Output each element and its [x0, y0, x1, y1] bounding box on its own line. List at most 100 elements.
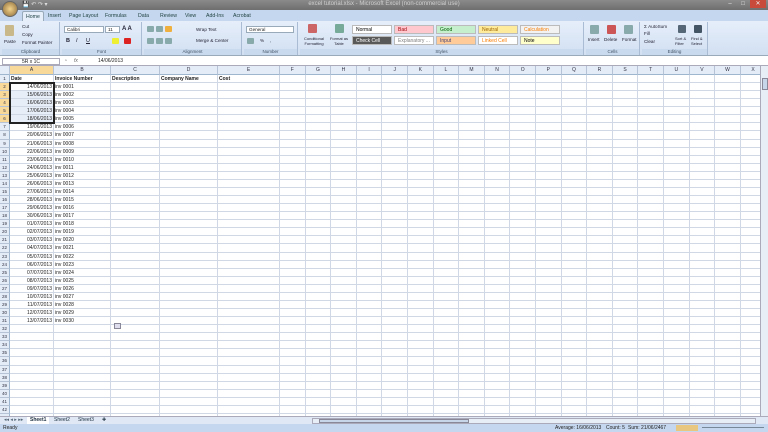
cell-G30[interactable] [306, 309, 332, 317]
cell-C16[interactable] [111, 196, 160, 204]
cell-K30[interactable] [408, 309, 434, 317]
cell-P25[interactable] [536, 269, 562, 277]
cell-B1[interactable]: Invoice Number [54, 75, 111, 83]
cell-D18[interactable] [160, 212, 218, 220]
cell-L31[interactable] [434, 317, 460, 325]
cell-P31[interactable] [536, 317, 562, 325]
cell-G26[interactable] [306, 277, 332, 285]
cell-C26[interactable] [111, 277, 160, 285]
cell-H40[interactable] [331, 390, 357, 398]
cell-U36[interactable] [664, 357, 690, 365]
cell-K31[interactable] [408, 317, 434, 325]
cell-P5[interactable] [536, 107, 562, 115]
cell-A8[interactable]: 20/06/2013 [10, 131, 54, 139]
cell-W13[interactable] [715, 172, 741, 180]
column-header-P[interactable]: P [536, 66, 562, 75]
cell-K15[interactable] [408, 188, 434, 196]
cell-H18[interactable] [331, 212, 357, 220]
cell-I10[interactable] [357, 148, 383, 156]
cell-M23[interactable] [459, 253, 485, 261]
cell-S23[interactable] [613, 253, 639, 261]
cell-F5[interactable] [280, 107, 306, 115]
cell-Q19[interactable] [562, 220, 588, 228]
cell-S38[interactable] [613, 374, 639, 382]
tab-data[interactable]: Data [135, 11, 152, 21]
cell-style-explanatory-[interactable]: Explanatory ... [394, 36, 434, 45]
cell-Q23[interactable] [562, 253, 588, 261]
cell-D34[interactable] [160, 341, 218, 349]
cell-H25[interactable] [331, 269, 357, 277]
cell-P23[interactable] [536, 253, 562, 261]
cell-L6[interactable] [434, 115, 460, 123]
cell-K8[interactable] [408, 131, 434, 139]
cell-L41[interactable] [434, 398, 460, 406]
cell-E12[interactable] [218, 164, 280, 172]
cell-J11[interactable] [382, 156, 408, 164]
cell-Q31[interactable] [562, 317, 588, 325]
cell-W24[interactable] [715, 261, 741, 269]
cell-I13[interactable] [357, 172, 383, 180]
cell-D15[interactable] [160, 188, 218, 196]
cell-G32[interactable] [306, 325, 332, 333]
cell-G25[interactable] [306, 269, 332, 277]
cell-K18[interactable] [408, 212, 434, 220]
cell-R22[interactable] [587, 244, 613, 252]
cell-F40[interactable] [280, 390, 306, 398]
cell-E16[interactable] [218, 196, 280, 204]
cell-A5[interactable]: 17/06/2013 [10, 107, 54, 115]
cell-C8[interactable] [111, 131, 160, 139]
cell-I34[interactable] [357, 341, 383, 349]
cell-T17[interactable] [638, 204, 664, 212]
cell-J41[interactable] [382, 398, 408, 406]
cell-H9[interactable] [331, 140, 357, 148]
cell-X42[interactable] [741, 406, 760, 414]
cell-U18[interactable] [664, 212, 690, 220]
cell-U39[interactable] [664, 382, 690, 390]
cell-R11[interactable] [587, 156, 613, 164]
cell-G23[interactable] [306, 253, 332, 261]
cell-L34[interactable] [434, 341, 460, 349]
tab-review[interactable]: Review [157, 11, 180, 21]
cell-V36[interactable] [690, 357, 716, 365]
cell-D3[interactable] [160, 91, 218, 99]
cell-M41[interactable] [459, 398, 485, 406]
cell-U22[interactable] [664, 244, 690, 252]
cell-Q5[interactable] [562, 107, 588, 115]
cell-U28[interactable] [664, 293, 690, 301]
cell-W25[interactable] [715, 269, 741, 277]
cell-H11[interactable] [331, 156, 357, 164]
cell-U24[interactable] [664, 261, 690, 269]
cell-A1[interactable]: Date [10, 75, 54, 83]
cell-O38[interactable] [510, 374, 536, 382]
cell-L29[interactable] [434, 301, 460, 309]
cell-P32[interactable] [536, 325, 562, 333]
cell-B42[interactable] [54, 406, 111, 414]
cell-B32[interactable] [54, 325, 111, 333]
select-all-button[interactable] [0, 66, 10, 75]
cell-I32[interactable] [357, 325, 383, 333]
cell-M6[interactable] [459, 115, 485, 123]
cell-V41[interactable] [690, 398, 716, 406]
cell-E21[interactable] [218, 236, 280, 244]
cell-U6[interactable] [664, 115, 690, 123]
cell-S36[interactable] [613, 357, 639, 365]
cell-F33[interactable] [280, 333, 306, 341]
cell-Q24[interactable] [562, 261, 588, 269]
cell-Q21[interactable] [562, 236, 588, 244]
cell-I42[interactable] [357, 406, 383, 414]
cell-C11[interactable] [111, 156, 160, 164]
cell-V25[interactable] [690, 269, 716, 277]
cell-Q26[interactable] [562, 277, 588, 285]
view-buttons[interactable] [676, 425, 698, 431]
insert-function-button[interactable]: ◔ fx [64, 58, 94, 65]
row-header-19[interactable]: 19 [0, 220, 10, 228]
cell-Q38[interactable] [562, 374, 588, 382]
cell-T19[interactable] [638, 220, 664, 228]
cell-I38[interactable] [357, 374, 383, 382]
cell-J40[interactable] [382, 390, 408, 398]
cell-B16[interactable]: inv 0015 [54, 196, 111, 204]
cell-W37[interactable] [715, 366, 741, 374]
cell-H22[interactable] [331, 244, 357, 252]
cell-M17[interactable] [459, 204, 485, 212]
align-top-icon[interactable] [147, 26, 154, 32]
